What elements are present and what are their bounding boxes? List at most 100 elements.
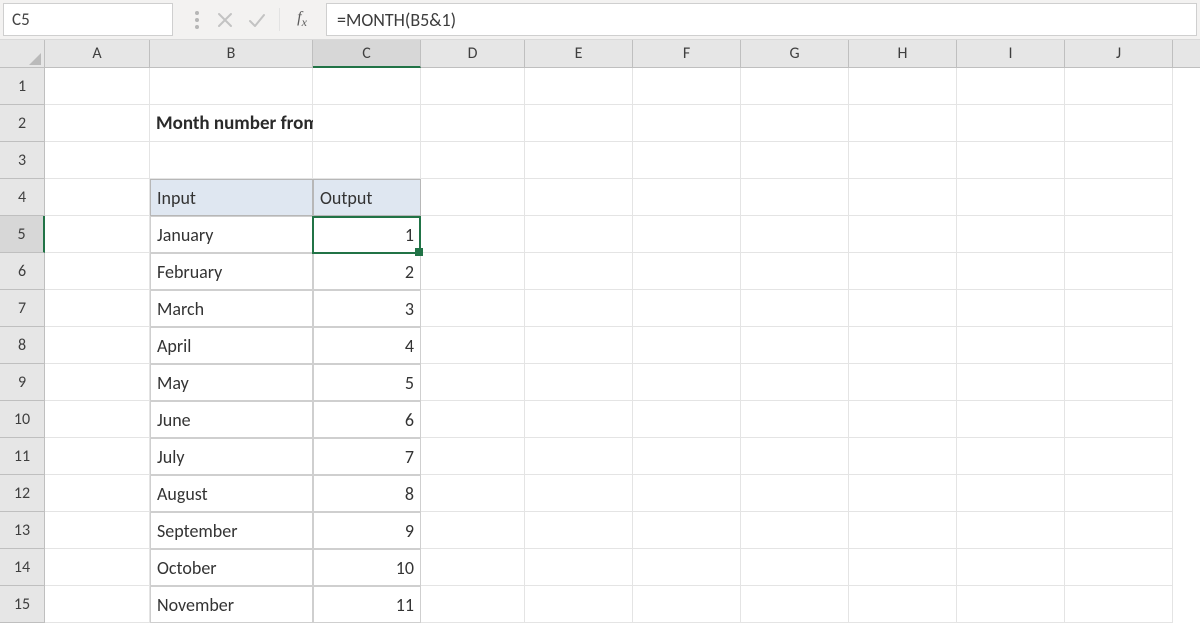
col-header-C[interactable]: C — [313, 40, 421, 68]
formula-input-wrap[interactable] — [326, 3, 1197, 36]
row-header-9[interactable]: 9 — [0, 364, 45, 401]
cell-A6[interactable] — [45, 253, 150, 290]
cell-J13[interactable] — [1065, 512, 1173, 549]
cell-E14[interactable] — [525, 549, 633, 586]
cell-D4[interactable] — [421, 179, 525, 216]
cell-F4[interactable] — [633, 179, 741, 216]
cell-D6[interactable] — [421, 253, 525, 290]
cell-A14[interactable] — [45, 549, 150, 586]
cell-G11[interactable] — [741, 438, 849, 475]
cell-B4[interactable]: Input — [150, 179, 313, 216]
cell-J7[interactable] — [1065, 290, 1173, 327]
cell-A3[interactable] — [45, 142, 150, 179]
cell-C6[interactable]: 2 — [313, 253, 421, 290]
cell-F1[interactable] — [633, 68, 741, 105]
cell-G6[interactable] — [741, 253, 849, 290]
cell-G5[interactable] — [741, 216, 849, 253]
cell-F7[interactable] — [633, 290, 741, 327]
col-header-G[interactable]: G — [741, 40, 849, 67]
cell-J5[interactable] — [1065, 216, 1173, 253]
cell-D13[interactable] — [421, 512, 525, 549]
cell-C10[interactable]: 6 — [313, 401, 421, 438]
cell-I11[interactable] — [957, 438, 1065, 475]
cell-B13[interactable]: September — [150, 512, 313, 549]
cell-E12[interactable] — [525, 475, 633, 512]
row-header-15[interactable]: 15 — [0, 586, 45, 623]
cell-B3[interactable] — [150, 142, 313, 179]
col-header-E[interactable]: E — [525, 40, 633, 67]
row-header-5[interactable]: 5 — [0, 216, 45, 253]
cell-B15[interactable]: November — [150, 586, 313, 623]
cell-G3[interactable] — [741, 142, 849, 179]
cancel-button[interactable] — [209, 0, 241, 39]
cell-B9[interactable]: May — [150, 364, 313, 401]
cell-E8[interactable] — [525, 327, 633, 364]
cell-D7[interactable] — [421, 290, 525, 327]
col-header-H[interactable]: H — [849, 40, 957, 67]
cell-F11[interactable] — [633, 438, 741, 475]
cell-H12[interactable] — [849, 475, 957, 512]
cell-H13[interactable] — [849, 512, 957, 549]
cell-D14[interactable] — [421, 549, 525, 586]
cell-E10[interactable] — [525, 401, 633, 438]
cell-J3[interactable] — [1065, 142, 1173, 179]
row-header-12[interactable]: 12 — [0, 475, 45, 512]
cell-H10[interactable] — [849, 401, 957, 438]
cell-A15[interactable] — [45, 586, 150, 623]
formula-input[interactable] — [337, 9, 1186, 31]
cell-C2[interactable] — [313, 105, 421, 142]
cell-E7[interactable] — [525, 290, 633, 327]
cell-C15[interactable]: 11 — [313, 586, 421, 623]
cell-B5[interactable]: January — [150, 216, 313, 253]
cell-D9[interactable] — [421, 364, 525, 401]
col-header-F[interactable]: F — [633, 40, 741, 67]
cell-A8[interactable] — [45, 327, 150, 364]
cell-F9[interactable] — [633, 364, 741, 401]
cell-I12[interactable] — [957, 475, 1065, 512]
cell-D15[interactable] — [421, 586, 525, 623]
cell-F13[interactable] — [633, 512, 741, 549]
row-header-1[interactable]: 1 — [0, 68, 45, 105]
cell-A13[interactable] — [45, 512, 150, 549]
cell-H6[interactable] — [849, 253, 957, 290]
cell-I10[interactable] — [957, 401, 1065, 438]
cell-C8[interactable]: 4 — [313, 327, 421, 364]
cell-D11[interactable] — [421, 438, 525, 475]
cell-I3[interactable] — [957, 142, 1065, 179]
cell-B11[interactable]: July — [150, 438, 313, 475]
col-header-B[interactable]: B — [150, 40, 313, 67]
cell-F2[interactable] — [633, 105, 741, 142]
cell-A9[interactable] — [45, 364, 150, 401]
row-header-11[interactable]: 11 — [0, 438, 45, 475]
cell-E6[interactable] — [525, 253, 633, 290]
cell-J10[interactable] — [1065, 401, 1173, 438]
cell-J4[interactable] — [1065, 179, 1173, 216]
cell-F14[interactable] — [633, 549, 741, 586]
cell-H7[interactable] — [849, 290, 957, 327]
cell-F8[interactable] — [633, 327, 741, 364]
cell-A12[interactable] — [45, 475, 150, 512]
cell-I2[interactable] — [957, 105, 1065, 142]
cell-J15[interactable] — [1065, 586, 1173, 623]
cell-D10[interactable] — [421, 401, 525, 438]
cell-A5[interactable] — [45, 216, 150, 253]
cell-F15[interactable] — [633, 586, 741, 623]
col-header-I[interactable]: I — [957, 40, 1065, 67]
select-all-corner[interactable] — [0, 40, 45, 67]
cell-I5[interactable] — [957, 216, 1065, 253]
cells-area[interactable]: Month number from name — [45, 68, 1200, 623]
cell-C9[interactable]: 5 — [313, 364, 421, 401]
cell-H5[interactable] — [849, 216, 957, 253]
cell-A10[interactable] — [45, 401, 150, 438]
cell-I8[interactable] — [957, 327, 1065, 364]
cell-I9[interactable] — [957, 364, 1065, 401]
cell-J1[interactable] — [1065, 68, 1173, 105]
cell-A4[interactable] — [45, 179, 150, 216]
cell-C4[interactable]: Output — [313, 179, 421, 216]
cell-C14[interactable]: 10 — [313, 549, 421, 586]
cell-H4[interactable] — [849, 179, 957, 216]
cell-F10[interactable] — [633, 401, 741, 438]
cell-B8[interactable]: April — [150, 327, 313, 364]
cell-B1[interactable] — [150, 68, 313, 105]
cell-J6[interactable] — [1065, 253, 1173, 290]
